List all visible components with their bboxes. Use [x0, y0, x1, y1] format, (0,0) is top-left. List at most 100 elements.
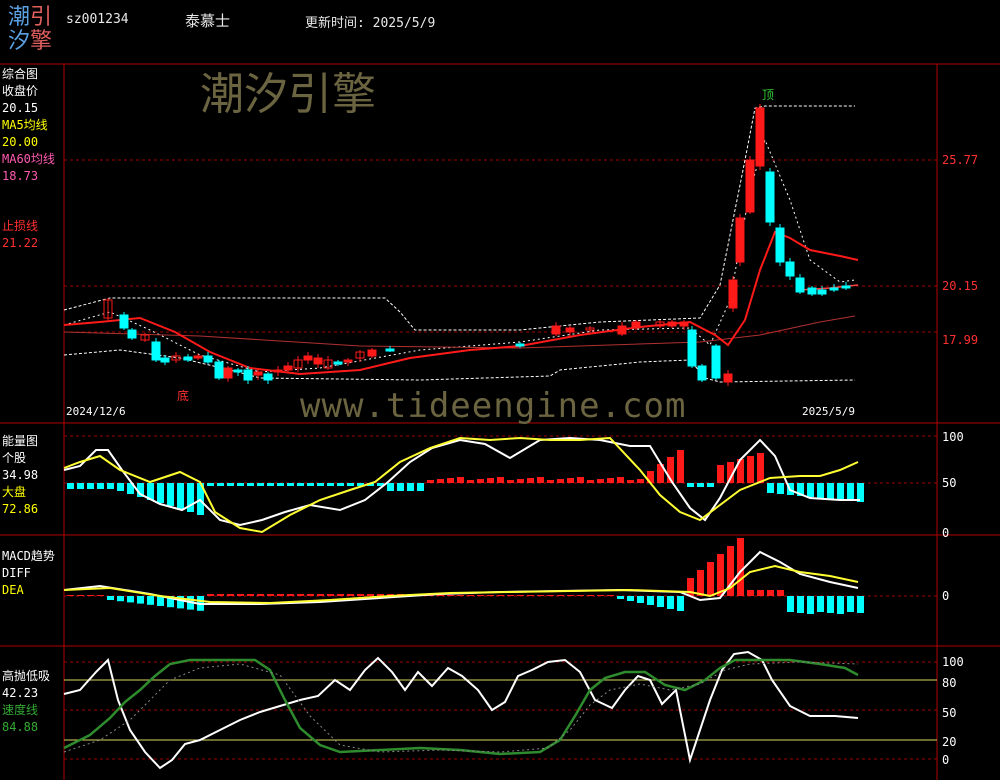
macd-tick-0: 0 [942, 589, 950, 603]
date-end: 2025/5/9 [802, 405, 855, 418]
macd-bar [607, 595, 614, 596]
macd-bar [717, 554, 724, 596]
macd-bar [767, 590, 774, 596]
energy-bar [847, 483, 854, 501]
candle-body [193, 355, 203, 359]
macd-bar [147, 596, 154, 605]
macd-bar [297, 594, 304, 596]
macd-bar [667, 596, 674, 609]
macd-bar [757, 590, 764, 596]
energy-bar [817, 483, 824, 498]
energy-bar [387, 483, 394, 491]
energy-bar [277, 483, 284, 486]
ma60-label: MA60均线 [2, 152, 55, 166]
candle-body [565, 327, 575, 333]
candle-body [667, 321, 677, 327]
energy-bar [347, 483, 354, 486]
macd-bar [307, 594, 314, 596]
energy-bar [487, 478, 494, 483]
energy-bar [547, 480, 554, 483]
energy-bar [297, 483, 304, 486]
logo-char-2: 引 [30, 5, 53, 30]
energy-bar [497, 477, 504, 483]
energy-bar [77, 483, 84, 489]
panel2-title: 能量图 [2, 434, 39, 448]
candle-body [333, 361, 343, 365]
candle-body [728, 279, 738, 309]
energy-bar [167, 483, 174, 506]
candle-body [203, 355, 213, 363]
energy-bar [467, 480, 474, 483]
energy-bar [517, 479, 524, 483]
candle-body [735, 217, 745, 263]
panel3-title: MACD趋势 [2, 549, 55, 563]
market-energy-value: 72.86 [2, 502, 39, 516]
candle-body [711, 345, 721, 379]
candle-body [795, 277, 805, 293]
macd-bar [447, 595, 454, 596]
macd-bar [467, 595, 474, 596]
lower-band-line [63, 349, 856, 383]
energy-bar [757, 453, 764, 483]
date-start: 2024/12/6 [66, 405, 126, 418]
candle-body [183, 356, 193, 361]
energy-bar [337, 483, 344, 486]
macd-bar [317, 594, 324, 596]
diff-label: DIFF [2, 566, 31, 580]
stock-name: 泰慕士 [185, 12, 231, 30]
energy-bar [97, 483, 104, 489]
macd-bar [357, 594, 364, 596]
energy-bar [447, 478, 454, 483]
candle-body [233, 369, 243, 373]
candle-body [515, 343, 525, 347]
macd-bar [707, 562, 714, 596]
energy-bar [767, 483, 774, 493]
energy-bar [697, 483, 704, 487]
price-tick-1: 25.77 [942, 153, 979, 167]
energy-bar [577, 477, 584, 483]
market-energy-label: 大盘 [2, 485, 27, 499]
macd-bar [507, 595, 514, 596]
panel1-legend: 综合图 收盘价 20.15 MA5均线 20.00 MA60均线 18.73 [2, 66, 55, 185]
macd-bar [227, 594, 234, 596]
stop-legend: 止损线 21.22 [2, 218, 38, 252]
macd-bar [517, 595, 524, 596]
candle-body [631, 321, 641, 329]
energy-bar [457, 477, 464, 483]
macd-bar [547, 595, 554, 596]
energy-bar [597, 479, 604, 483]
energy-bar [567, 478, 574, 483]
candle-body [273, 369, 283, 373]
candle-body [841, 285, 851, 289]
tide-tick-80: 80 [942, 676, 957, 690]
macd-bar [587, 595, 594, 596]
macd-bar [837, 596, 844, 614]
candle-body [617, 325, 627, 335]
stock-code: sz001234 [66, 12, 129, 27]
energy-bar [587, 480, 594, 483]
logo-char-3: 汐 [8, 29, 31, 54]
energy-bar [327, 483, 334, 486]
tide-tick-0: 0 [942, 753, 950, 767]
macd-bar [127, 596, 134, 603]
macd-bar [337, 594, 344, 596]
macd-bar [237, 594, 244, 596]
macd-bar [817, 596, 824, 612]
macd-bar [557, 595, 564, 596]
price-gridlines [64, 159, 937, 333]
candle-body [343, 359, 353, 363]
candle-body [687, 329, 697, 367]
energy-bar [257, 483, 264, 486]
tide-tick-50: 50 [942, 706, 957, 720]
macd-bar [457, 595, 464, 596]
energy-bar [417, 483, 424, 491]
macd-bar [117, 596, 124, 602]
macd-bar [287, 594, 294, 596]
energy-bar [777, 483, 784, 494]
macd-bar [657, 596, 664, 607]
energy-bar [217, 483, 224, 486]
macd-bar [367, 594, 374, 596]
macd-bar [257, 594, 264, 596]
stock-energy-value: 34.98 [2, 468, 39, 482]
speed-value: 84.88 [2, 720, 39, 734]
